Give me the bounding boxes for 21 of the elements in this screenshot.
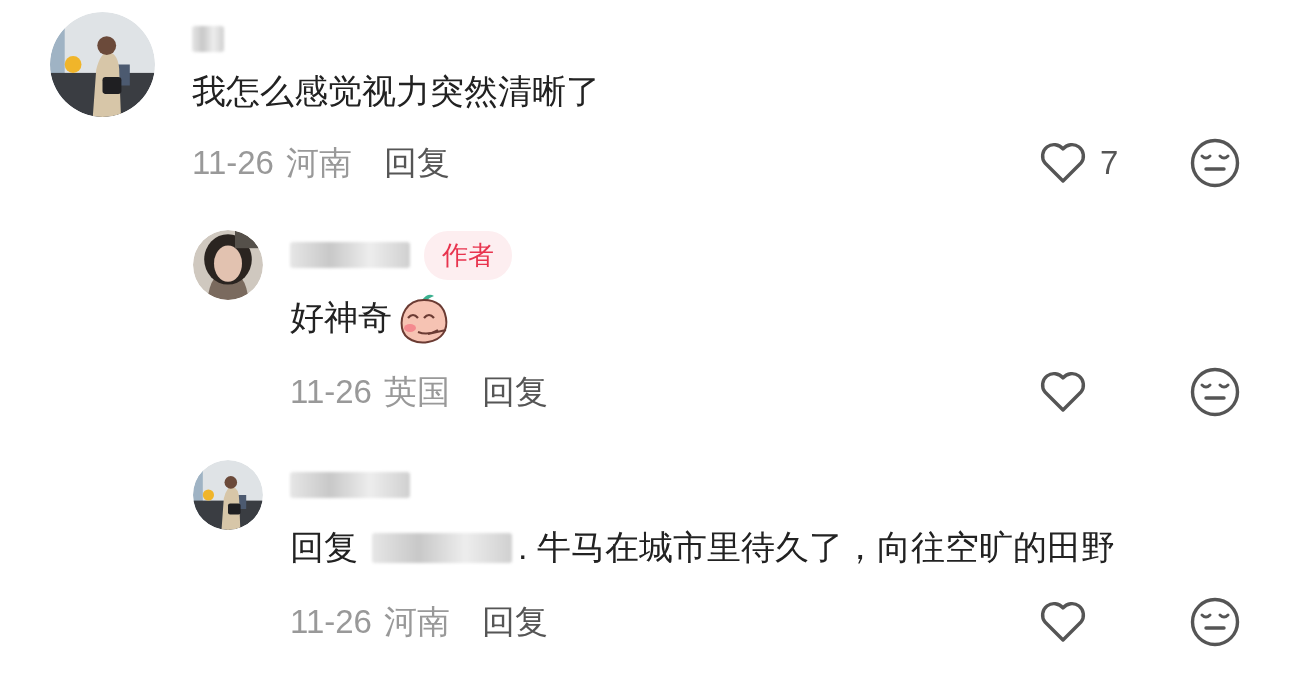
- reply-link[interactable]: 回复: [481, 369, 548, 415]
- unamused-face-icon[interactable]: [1190, 597, 1240, 647]
- heart-icon[interactable]: [1040, 371, 1086, 413]
- heart-icon[interactable]: [1040, 601, 1086, 643]
- author-badge: 作者: [424, 230, 512, 280]
- reply-label: 回复: [290, 527, 358, 568]
- comment-date: 11-26: [290, 373, 372, 411]
- comment-location: 河南: [285, 142, 352, 183]
- comment-location: 河南: [383, 601, 450, 642]
- reply-link[interactable]: 回复: [383, 140, 450, 186]
- heart-icon[interactable]: [1040, 142, 1086, 184]
- comment-date: 11-26: [192, 144, 274, 182]
- comment-date: 11-26: [290, 603, 372, 641]
- unamused-face-icon[interactable]: [1190, 367, 1240, 417]
- reply-link[interactable]: 回复: [481, 599, 548, 645]
- comment-text: . 牛马在城市里待久了，向往空旷的田野: [518, 527, 1115, 568]
- like-count: 7: [1100, 144, 1119, 182]
- comment-location: 英国: [383, 371, 450, 412]
- comment-text: 我怎么感觉视力突然清晰了: [192, 71, 600, 112]
- unamused-face-icon[interactable]: [1190, 138, 1240, 188]
- comment-text: 好神奇: [290, 297, 392, 338]
